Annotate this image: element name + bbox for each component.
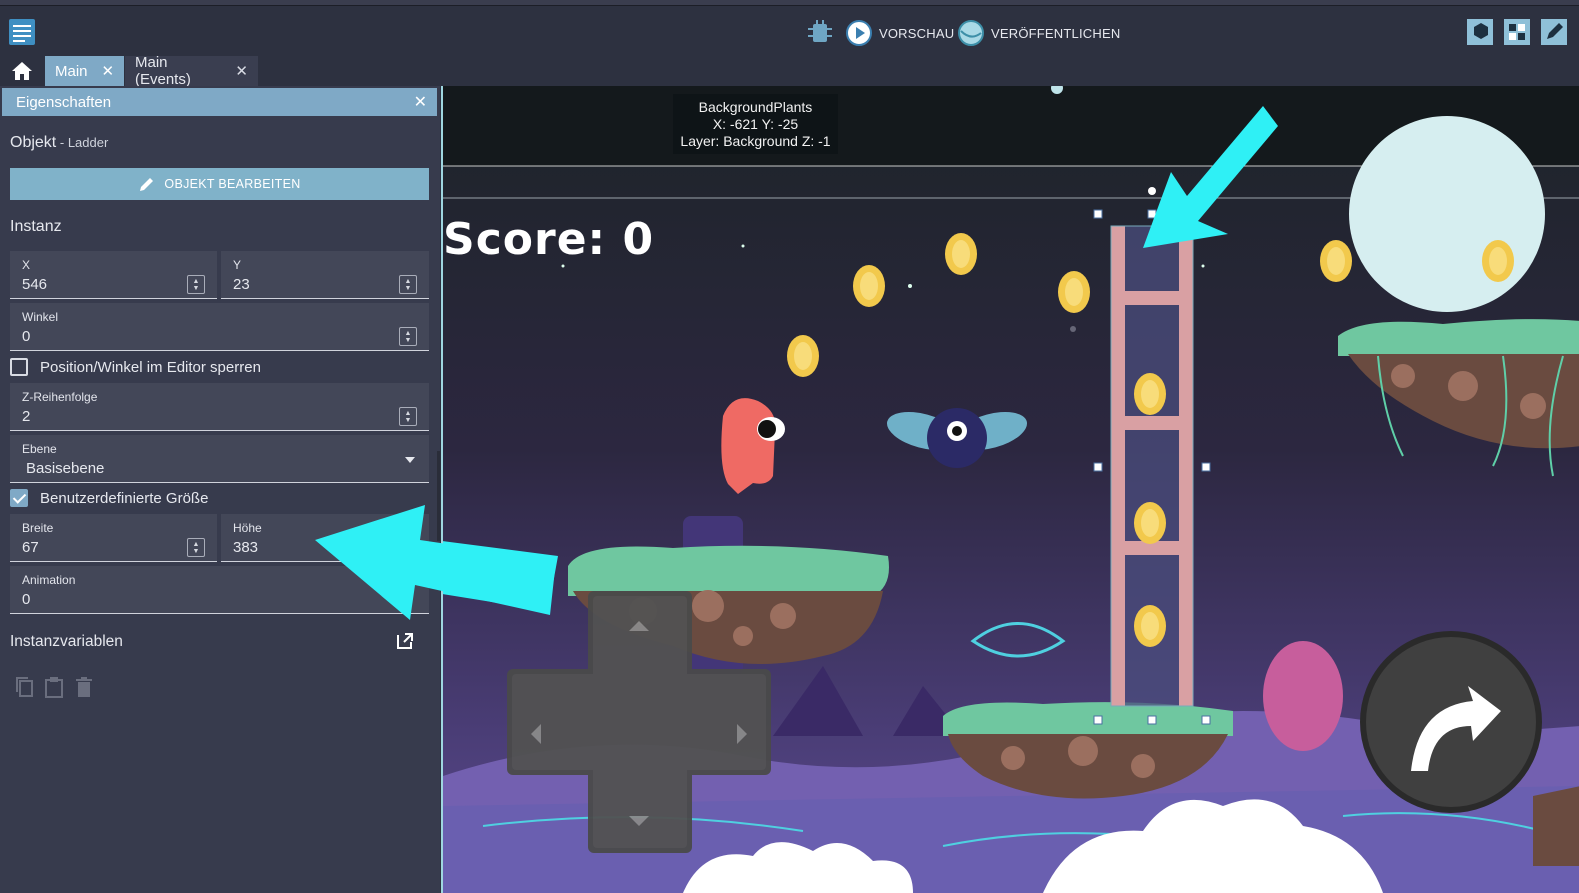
tab-main-events-label: Main (Events) — [135, 54, 191, 88]
custom-size-row[interactable]: Benutzerdefinierte Größe — [10, 489, 208, 507]
coin — [787, 335, 819, 377]
pencil-icon — [140, 178, 154, 191]
object-groups-icon[interactable] — [1503, 18, 1531, 46]
preview-label: VORSCHAU — [879, 25, 955, 41]
open-external-icon[interactable] — [395, 631, 415, 651]
objects-panel-icon[interactable] — [1466, 18, 1494, 46]
instance-heading: Instanz — [10, 218, 62, 235]
properties-panel-icon[interactable] — [1540, 18, 1568, 46]
angle-field[interactable]: Winkel 0 ▲ ▼ — [10, 303, 429, 351]
layer-value: Basisebene — [26, 460, 105, 477]
object-separator: - — [56, 135, 68, 150]
layer-label: Ebene — [22, 442, 57, 456]
custom-size-checkbox[interactable] — [10, 489, 28, 507]
properties-panel: Eigenschaften ✕ Objekt - Ladder OBJEKT B… — [0, 86, 440, 893]
object-prefix: Objekt — [10, 134, 57, 151]
scene-artwork — [443, 86, 1579, 893]
instance-tooltip: BackgroundPlants X: -621 Y: -25 Layer: B… — [673, 94, 838, 154]
width-label: Breite — [22, 521, 54, 535]
edit-object-label: OBJEKT BEARBEITEN — [164, 177, 301, 191]
lock-label: Position/Winkel im Editor sperren — [40, 358, 261, 376]
layer-select[interactable]: Ebene Basisebene — [10, 435, 429, 483]
scene-canvas[interactable]: BackgroundPlants X: -621 Y: -25 Layer: B… — [441, 86, 1579, 893]
y-value: 23 — [233, 276, 250, 293]
panel-title: Eigenschaften — [16, 93, 112, 111]
paste-icon[interactable] — [44, 676, 64, 698]
tab-bar: Main ✕ Main (Events) ✕ — [0, 54, 1579, 88]
angle-value: 0 — [22, 328, 31, 345]
instance-variables-heading: Instanzvariablen — [10, 633, 123, 650]
x-field[interactable]: X 546 ▲ ▼ — [10, 251, 217, 299]
tab-main-events[interactable]: Main (Events) ✕ — [125, 54, 258, 88]
x-stepper[interactable]: ▲ ▼ — [187, 275, 205, 294]
width-stepper[interactable]: ▲ ▼ — [187, 538, 205, 557]
tooltip-object-name: BackgroundPlants — [698, 99, 813, 115]
publish-label: VERÖFFENTLICHEN — [991, 25, 1121, 41]
annotation-arrow — [315, 505, 556, 620]
preview-button[interactable]: VORSCHAU — [845, 18, 954, 48]
y-label: Y — [233, 258, 242, 272]
z-stepper[interactable]: ▲ ▼ — [399, 407, 417, 426]
object-name: Ladder — [67, 135, 109, 150]
tooltip-position: X: -621 Y: -25 — [712, 116, 799, 132]
home-icon — [12, 62, 32, 80]
copy-icon[interactable] — [14, 676, 34, 698]
chevron-down-icon — [405, 457, 415, 463]
z-order-field[interactable]: Z-Reihenfolge 2 ▲ ▼ — [10, 383, 429, 431]
tab-main-label: Main — [55, 62, 88, 80]
score-text: Score: 0 — [443, 214, 655, 265]
height-label: Höhe — [233, 521, 262, 535]
home-tab[interactable] — [0, 56, 44, 86]
angle-stepper[interactable]: ▲ ▼ — [399, 327, 417, 346]
panel-header: Eigenschaften ✕ — [2, 88, 437, 116]
delete-icon[interactable] — [75, 676, 93, 698]
tooltip-layer: Layer: Background Z: -1 — [680, 133, 831, 149]
globe-icon — [958, 20, 984, 46]
tab-main[interactable]: Main ✕ — [45, 56, 124, 86]
z-value: 2 — [22, 408, 31, 425]
toolbar: VORSCHAU VERÖFFENTLICHEN — [0, 6, 1579, 56]
project-manager-icon[interactable] — [8, 18, 36, 46]
debugger-icon[interactable] — [805, 18, 835, 48]
close-icon[interactable]: ✕ — [235, 62, 248, 80]
close-icon[interactable]: ✕ — [414, 92, 427, 112]
height-value: 383 — [233, 539, 259, 556]
publish-button[interactable]: VERÖFFENTLICHEN — [957, 18, 1120, 48]
width-field[interactable]: Breite 67 ▲ ▼ — [10, 514, 217, 562]
z-label: Z-Reihenfolge — [22, 390, 98, 404]
animation-value: 0 — [22, 591, 31, 608]
lock-checkbox[interactable] — [10, 358, 28, 376]
lock-position-row[interactable]: Position/Winkel im Editor sperren — [10, 358, 261, 376]
animation-label: Animation — [22, 573, 76, 587]
custom-size-label: Benutzerdefinierte Größe — [40, 489, 209, 507]
x-value: 546 — [22, 276, 48, 293]
angle-label: Winkel — [22, 310, 59, 324]
y-field[interactable]: Y 23 ▲ ▼ — [221, 251, 429, 299]
play-icon — [846, 20, 872, 46]
width-value: 67 — [22, 539, 39, 556]
y-stepper[interactable]: ▲ ▼ — [399, 275, 417, 294]
edit-object-button[interactable]: OBJEKT BEARBEITEN — [10, 168, 429, 200]
object-title: Objekt - Ladder — [10, 134, 108, 152]
x-label: X — [22, 258, 31, 272]
close-icon[interactable]: ✕ — [102, 62, 115, 80]
